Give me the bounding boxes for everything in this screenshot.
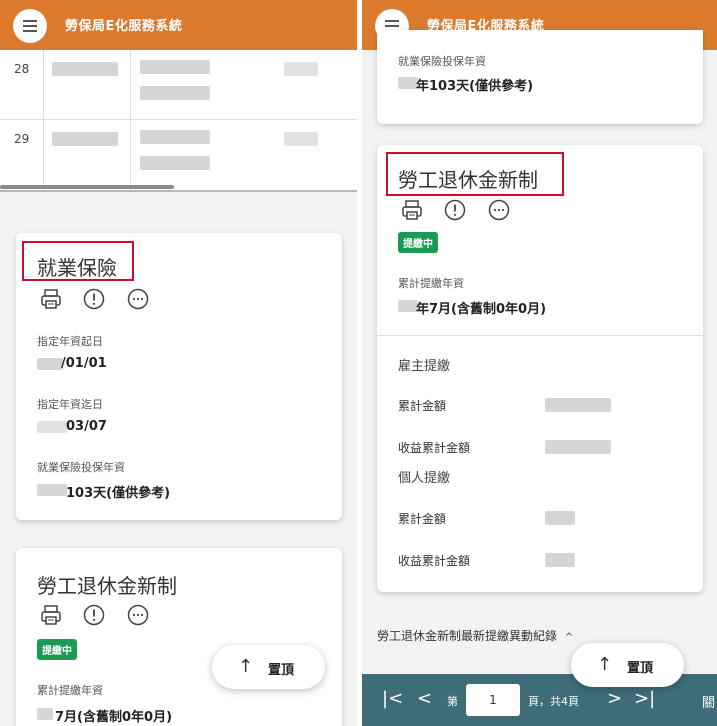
card-title: 勞工退休金新制 xyxy=(398,168,538,192)
field-value: 03/07 xyxy=(66,419,107,434)
redacted-value xyxy=(140,86,210,100)
row-number: 29 xyxy=(14,132,30,146)
page-prefix: 第 xyxy=(447,695,458,708)
divider xyxy=(377,335,703,336)
field-label: 指定年資起日 xyxy=(37,335,103,348)
print-icon[interactable] xyxy=(40,288,62,310)
field-value: 103天(僅供參考) xyxy=(66,486,171,501)
status-badge: 提繳中 xyxy=(398,232,438,253)
field-value: 年103天(僅供參考) xyxy=(416,79,534,94)
back-to-top-button[interactable]: ↑ 置頂 xyxy=(212,645,325,689)
redacted-value xyxy=(284,132,318,146)
field-label: 指定年資迄日 xyxy=(37,398,103,411)
employment-insurance-card: 就業保險 指定年資起日 /01/01 指定年資迄日 03/07 就業保險投保年資… xyxy=(16,233,342,520)
page-input[interactable]: 1 xyxy=(466,684,520,716)
redacted-value xyxy=(37,708,53,720)
redacted-value xyxy=(545,553,575,567)
first-page-icon[interactable]: |< xyxy=(382,688,403,709)
page-suffix: 頁，共4頁 xyxy=(528,695,579,708)
info-icon[interactable] xyxy=(83,604,105,626)
amount-label: 收益累計金額 xyxy=(398,441,471,455)
card-title: 勞工退休金新制 xyxy=(37,574,177,598)
app-header: 勞保局E化服務系統 xyxy=(0,0,357,50)
more-icon[interactable] xyxy=(127,604,149,626)
field-label: 累計提繳年資 xyxy=(398,277,464,290)
redacted-value xyxy=(140,130,210,144)
redacted-value xyxy=(37,421,67,433)
field-label: 就業保險投保年資 xyxy=(398,55,486,68)
card-title: 就業保險 xyxy=(37,256,117,280)
amount-label: 收益累計金額 xyxy=(398,554,471,568)
redacted-value xyxy=(52,132,118,146)
redacted-value xyxy=(545,398,611,412)
history-link[interactable]: 勞工退休金新制最新提繳異動紀錄 ^ xyxy=(377,627,573,644)
redacted-value xyxy=(140,60,210,74)
redacted-value xyxy=(37,484,67,496)
left-screen: 勞保局E化服務系統 28 29 就業保險 指定年資起日 /01/01 指定年資迄… xyxy=(0,0,357,726)
pension-card: 勞工退休金新制 提繳中 累計提繳年資 7月(含舊制0年0月) xyxy=(16,548,342,726)
table-row: 29 xyxy=(0,120,357,190)
personal-section-title: 個人提繳 xyxy=(398,471,451,486)
field-value: /01/01 xyxy=(61,356,107,371)
prev-page-icon[interactable]: < xyxy=(417,688,432,709)
arrow-up-icon: ↑ xyxy=(597,654,613,675)
right-screen: 勞保局E化服務系統 就業保險投保年資 年103天(僅供參考) 勞工退休金新制 提… xyxy=(362,0,717,726)
employer-section-title: 雇主提繳 xyxy=(398,359,451,374)
arrow-up-icon: ↑ xyxy=(238,656,254,677)
employment-insurance-card: 就業保險投保年資 年103天(僅供參考) xyxy=(377,30,703,124)
row-number: 28 xyxy=(14,62,30,76)
next-page-icon[interactable]: > xyxy=(607,688,622,709)
redacted-value xyxy=(398,77,418,89)
last-page-icon[interactable]: >| xyxy=(634,688,655,709)
more-icon[interactable] xyxy=(488,199,510,221)
app-title: 勞保局E化服務系統 xyxy=(65,19,183,34)
table-row: 28 xyxy=(0,50,357,119)
redacted-value xyxy=(398,300,418,312)
amount-label: 累計金額 xyxy=(398,399,447,413)
close-button[interactable]: 關 xyxy=(702,692,715,711)
field-label: 就業保險投保年資 xyxy=(37,461,125,474)
amount-label: 累計金額 xyxy=(398,512,447,526)
print-icon[interactable] xyxy=(40,604,62,626)
info-icon[interactable] xyxy=(444,199,466,221)
menu-button[interactable] xyxy=(13,9,47,43)
field-value: 年7月(含舊制0年0月) xyxy=(416,302,547,317)
status-badge: 提繳中 xyxy=(37,639,77,660)
horizontal-scrollbar[interactable] xyxy=(0,185,174,189)
chevron-up-icon: ^ xyxy=(564,632,574,643)
print-icon[interactable] xyxy=(401,199,423,221)
back-to-top-button[interactable]: ↑ 置頂 xyxy=(571,643,684,687)
info-icon[interactable] xyxy=(83,288,105,310)
pension-card: 勞工退休金新制 提繳中 累計提繳年資 年7月(含舊制0年0月) 雇主提繳 累計金… xyxy=(377,145,703,592)
redacted-value xyxy=(37,358,63,370)
redacted-value xyxy=(545,440,611,454)
field-label: 累計提繳年資 xyxy=(37,684,103,697)
redacted-value xyxy=(52,62,118,76)
field-value: 7月(含舊制0年0月) xyxy=(55,710,173,725)
redacted-value xyxy=(545,511,575,525)
redacted-value xyxy=(284,62,318,76)
redacted-value xyxy=(140,156,210,170)
more-icon[interactable] xyxy=(127,288,149,310)
table: 28 29 xyxy=(0,50,357,190)
